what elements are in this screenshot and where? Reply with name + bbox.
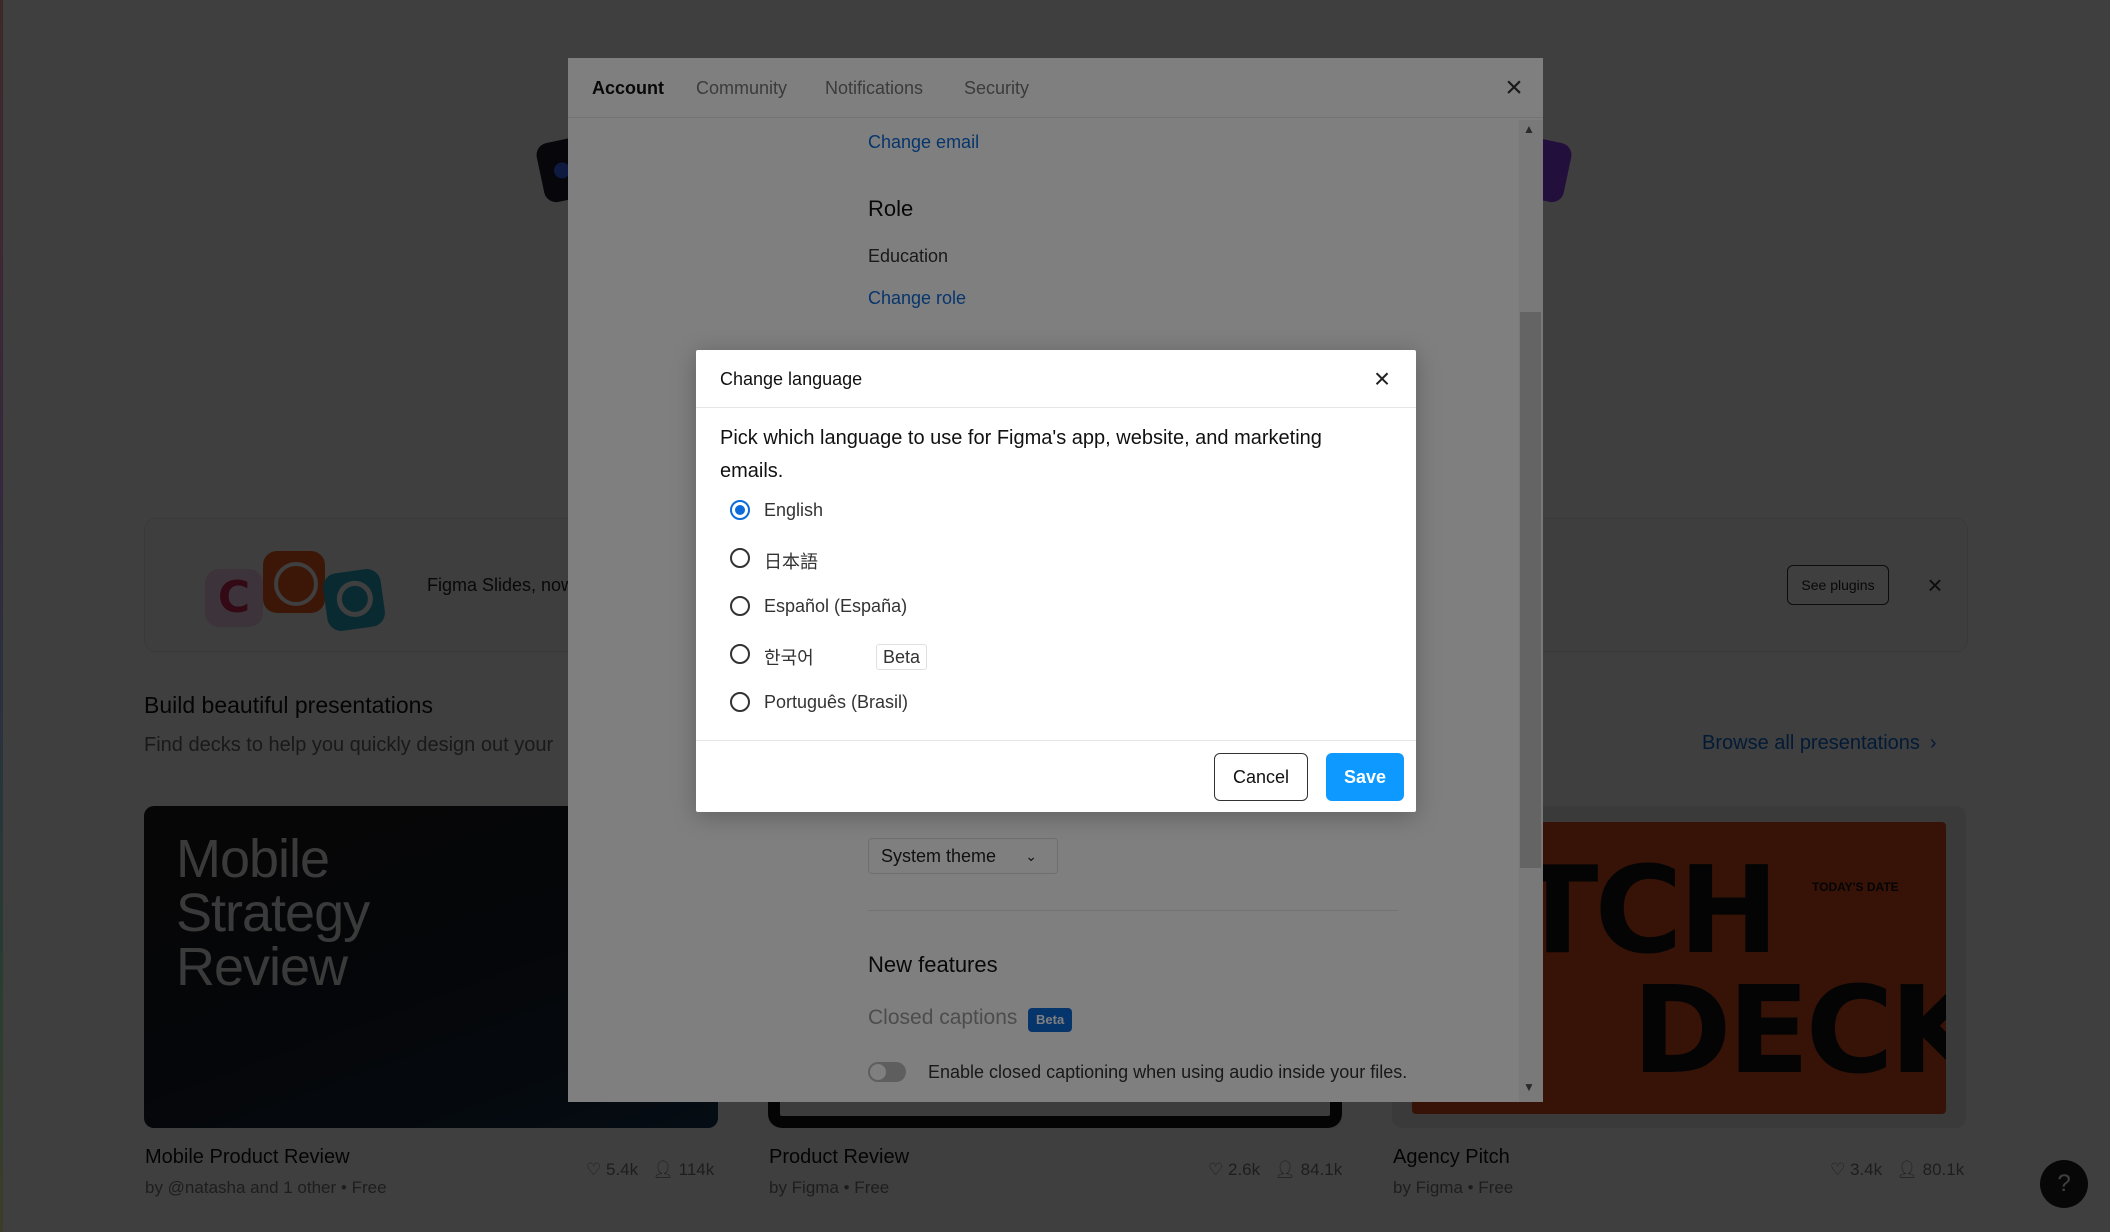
radio-button[interactable] [730, 548, 750, 568]
language-label: English [764, 500, 824, 520]
radio-button[interactable] [730, 644, 750, 664]
dialog-footer: Cancel Save [696, 740, 1416, 812]
language-label-text: 한국어 [764, 648, 814, 668]
beta-badge: Beta [876, 644, 928, 670]
radio-button[interactable] [730, 692, 750, 712]
dialog-header: Change language × [696, 350, 1416, 408]
close-icon[interactable]: × [1368, 365, 1396, 393]
dialog-description: Pick which language to use for Figma's a… [720, 427, 1322, 482]
radio-button[interactable] [730, 500, 750, 520]
change-language-dialog: Change language × Pick which language to… [696, 350, 1416, 812]
language-label: Português (Brasil) [764, 692, 909, 712]
cancel-button[interactable]: Cancel [1214, 753, 1308, 801]
radio-button[interactable] [730, 596, 750, 616]
language-label: 한국어 Beta [764, 644, 928, 670]
language-label: Español (España) [764, 596, 908, 616]
language-label: 日本語 [764, 552, 818, 572]
dialog-title: Change language [720, 369, 863, 389]
save-button[interactable]: Save [1326, 753, 1404, 801]
